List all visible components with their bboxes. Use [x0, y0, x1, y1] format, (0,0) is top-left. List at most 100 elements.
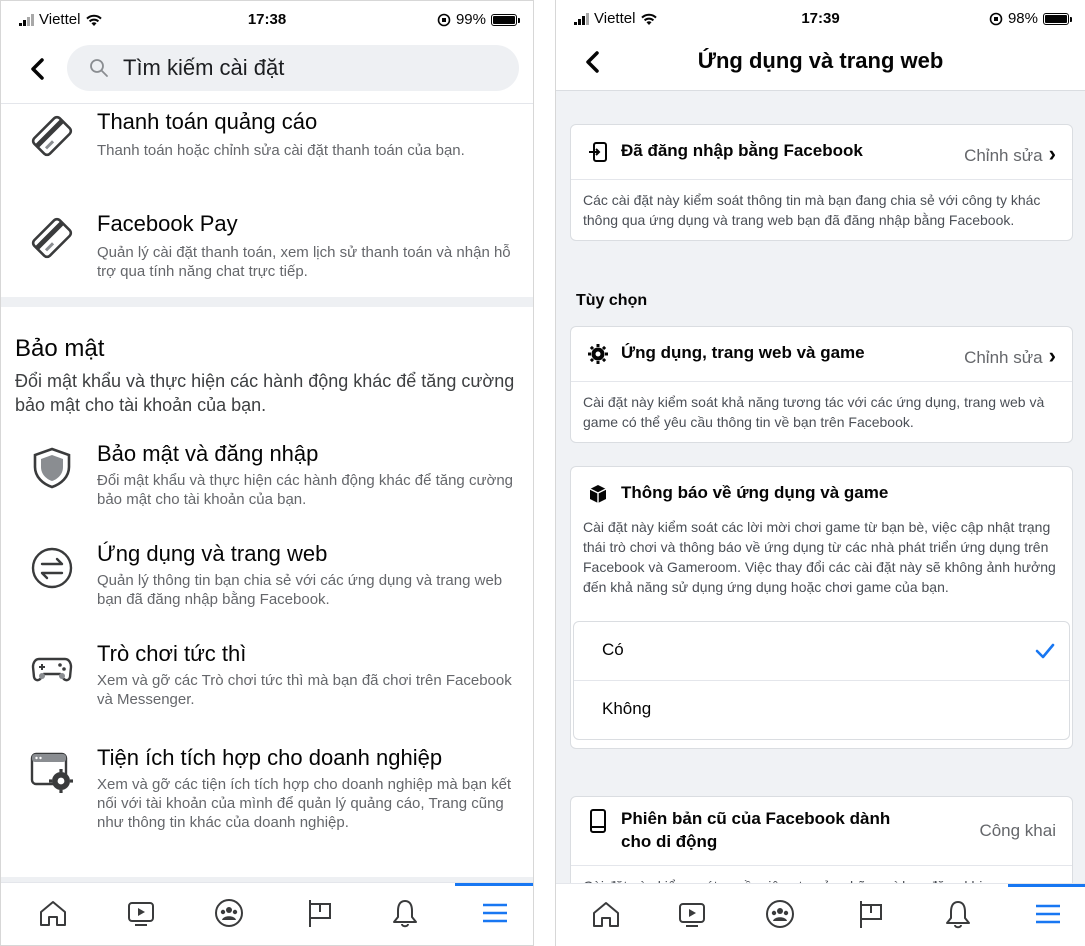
- shield-icon: [33, 447, 71, 489]
- spacer: [571, 607, 1072, 621]
- tab-home[interactable]: [590, 898, 622, 932]
- card-title: Phiên bản cũ của Facebook dành cho di độn…: [621, 807, 890, 853]
- battery-percent: 98%: [1007, 10, 1038, 27]
- tab-pages[interactable]: [303, 897, 335, 931]
- settings-item-facebook-pay[interactable]: Facebook Pay Quản lý cài đặt thanh toán,…: [29, 211, 513, 291]
- item-description: Quản lý cài đặt thanh toán, xem lịch sử …: [97, 244, 511, 280]
- search-input[interactable]: Tìm kiếm cài đặt: [67, 45, 519, 91]
- credit-card-icon: [31, 115, 73, 157]
- item-description: Xem và gỡ các Trò chơi tức thì mà bạn đã…: [97, 672, 512, 708]
- home-icon: [40, 901, 66, 926]
- tab-groups[interactable]: [764, 898, 796, 932]
- search-icon: [90, 59, 108, 77]
- apps-games-row[interactable]: Ứng dụng, trang web và game Chỉnh sửa: [571, 327, 1072, 382]
- gear-icon: [588, 344, 608, 364]
- section-divider: [1, 297, 533, 307]
- choice-label: Không: [602, 699, 652, 718]
- options-label: Tùy chọn: [576, 292, 648, 309]
- tab-groups[interactable]: [213, 897, 245, 931]
- tab-watch[interactable]: [676, 898, 708, 932]
- watch-icon: [679, 903, 705, 927]
- card-title: Thông báo về ứng dụng và game: [621, 483, 889, 502]
- search-placeholder: Tìm kiếm cài đặt: [123, 55, 285, 80]
- tab-menu[interactable]: [1008, 884, 1085, 932]
- choice-yes[interactable]: Có: [574, 622, 1069, 681]
- settings-item-ad-payments[interactable]: Thanh toán quảng cáo Thanh toán hoặc chỉ…: [29, 109, 513, 189]
- item-description: Đổi mật khẩu và thực hiện các hành động …: [97, 472, 514, 508]
- card-description: Các cài đặt này kiểm soát thông tin mà b…: [583, 192, 1041, 228]
- search-header: Tìm kiếm cài đặt: [1, 37, 533, 104]
- settings-item-instant-games[interactable]: Trò chơi tức thì Xem và gỡ các Trò chơi …: [29, 641, 513, 721]
- pages-flag-icon: [860, 901, 882, 928]
- card-title-line2: cho di động: [621, 832, 718, 851]
- back-button[interactable]: [27, 55, 49, 83]
- card-title: Ứng dụng, trang web và game: [621, 343, 865, 362]
- tab-home[interactable]: [37, 897, 69, 931]
- choice-no[interactable]: Không: [574, 681, 1069, 739]
- bottom-tab-bar: [1, 882, 533, 945]
- old-versions-row[interactable]: Phiên bản cũ của Facebook dành cho di độn…: [571, 797, 1072, 866]
- item-description: Thanh toán hoặc chỉnh sửa cài đặt thanh …: [97, 142, 465, 159]
- item-title: Ứng dụng và trang web: [97, 541, 328, 566]
- tab-pages[interactable]: [854, 898, 886, 932]
- edit-link[interactable]: Chỉnh sửa: [964, 141, 1056, 167]
- page-header: Ứng dụng và trang web: [556, 36, 1085, 91]
- app-game-notifications-card: Thông báo về ứng dụng và game Cài đặt nà…: [570, 466, 1073, 749]
- groups-icon: [215, 899, 243, 927]
- item-description: Xem và gỡ các tiện ích tích hợp cho doan…: [97, 776, 512, 831]
- apps-websites-games-card: Ứng dụng, trang web và game Chỉnh sửa Cà…: [570, 326, 1073, 443]
- card-description: Cài đặt này kiểm soát các lời mời chơi g…: [583, 519, 1056, 595]
- edit-link[interactable]: Chỉnh sửa: [964, 343, 1056, 369]
- browser-gear-icon: [30, 752, 73, 793]
- item-title: Thanh toán quảng cáo: [97, 109, 318, 134]
- battery-percent: 99%: [455, 11, 486, 28]
- watch-icon: [128, 902, 154, 926]
- page-title: Ứng dụng và trang web: [697, 48, 944, 73]
- menu-icon: [1036, 904, 1060, 924]
- apps-websites-screen: Viettel 17:39 98% Ứng dụng và trang web …: [555, 0, 1085, 946]
- arrows-exchange-icon: [31, 547, 73, 589]
- chevron-left-icon: [31, 58, 44, 80]
- item-title: Tiện ích tích hợp cho doanh nghiệp: [97, 745, 443, 770]
- gamepad-icon: [31, 657, 73, 682]
- home-icon: [593, 902, 619, 927]
- section-title: Bảo mật: [15, 335, 105, 362]
- mobile-phone-icon: [590, 809, 606, 833]
- menu-icon: [483, 903, 507, 923]
- credit-card-icon: [31, 217, 73, 259]
- pages-flag-icon: [309, 900, 331, 927]
- status-bar: Viettel 17:38 99%: [1, 1, 533, 37]
- status-bar: Viettel 17:39 98%: [556, 0, 1085, 36]
- tab-watch[interactable]: [125, 897, 157, 931]
- notifications-header: Thông báo về ứng dụng và game: [571, 467, 1072, 507]
- cube-icon: [589, 485, 607, 503]
- notifications-bell-icon: [393, 900, 417, 928]
- notification-choices: Có Không: [573, 621, 1070, 740]
- item-title: Bảo mật và đăng nhập: [97, 441, 319, 466]
- logged-in-row[interactable]: Đã đăng nhập bằng Facebook Chỉnh sửa: [571, 125, 1072, 180]
- battery-info: 99%: [437, 11, 520, 28]
- settings-item-business-integrations[interactable]: Tiện ích tích hợp cho doanh nghiệp Xem v…: [29, 745, 513, 865]
- settings-item-security-login[interactable]: Bảo mật và đăng nhập Đổi mật khẩu và thự…: [29, 441, 513, 521]
- settings-item-apps-websites[interactable]: Ứng dụng và trang web Quản lý thông tin …: [29, 541, 513, 621]
- card-title-line1: Phiên bản cũ của Facebook dành: [621, 809, 891, 828]
- checkmark-icon: [1035, 643, 1055, 659]
- battery-icon: [491, 13, 520, 26]
- item-title: Facebook Pay: [97, 211, 238, 236]
- groups-icon: [766, 900, 794, 928]
- tab-menu[interactable]: [455, 883, 533, 931]
- item-description: Quản lý thông tin bạn chia sẻ với các ứn…: [97, 572, 503, 608]
- notifications-bell-icon: [946, 901, 970, 929]
- card-title: Đã đăng nhập bằng Facebook: [621, 141, 863, 160]
- tab-notifications[interactable]: [942, 898, 974, 932]
- battery-info: 98%: [989, 10, 1072, 27]
- privacy-value-link[interactable]: Công khai: [979, 821, 1056, 841]
- settings-search-screen: Viettel 17:38 99% Tìm kiếm cài đặt Thanh…: [0, 0, 534, 946]
- tab-notifications[interactable]: [389, 897, 421, 931]
- section-description: Đổi mật khẩu và thực hiện các hành động …: [15, 371, 515, 415]
- choice-label: Có: [602, 640, 624, 659]
- item-title: Trò chơi tức thì: [97, 641, 247, 666]
- login-arrow-icon: [589, 142, 607, 162]
- orientation-lock-icon: [989, 12, 1003, 25]
- card-description: Cài đặt này kiểm soát khả năng tương tác…: [583, 394, 1045, 430]
